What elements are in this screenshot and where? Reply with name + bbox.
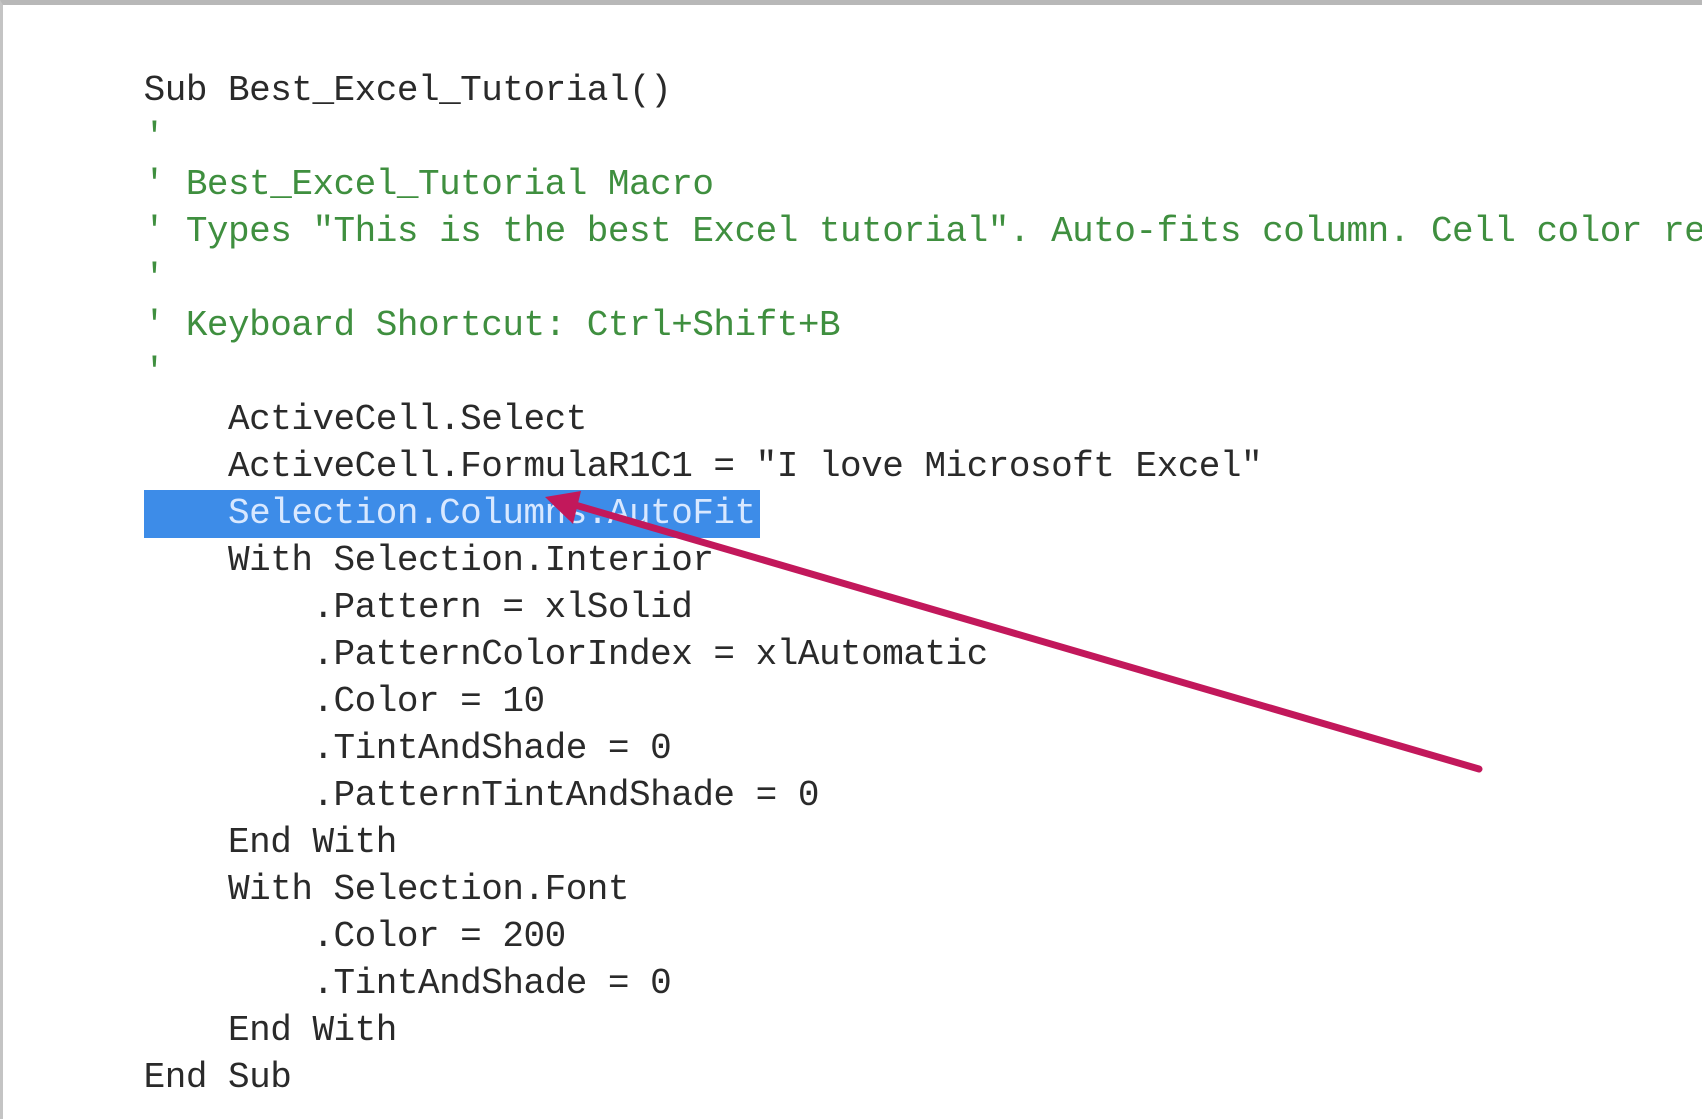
code-line-end-with-interior[interactable]: End With [17, 771, 397, 863]
code-line-font-color[interactable]: .Color = 200 [17, 865, 566, 957]
code-line-text: Sub Best_Excel_Tutorial() [143, 70, 672, 111]
comment-line-text: ' Types "This is the best Excel tutorial… [143, 211, 1702, 252]
code-line-interior-color[interactable]: .Color = 10 [17, 630, 545, 722]
code-line-with-font[interactable]: With Selection.Font [17, 818, 629, 910]
code-window[interactable]: Sub Best_Excel_Tutorial() ' ' Best_Excel… [3, 11, 1702, 1119]
code-line-interior-tint[interactable]: .TintAndShade = 0 [17, 677, 671, 769]
code-line-with-interior[interactable]: With Selection.Interior [17, 489, 714, 581]
comment-line-2[interactable]: ' Best_Excel_Tutorial Macro [17, 113, 714, 205]
code-line-1[interactable]: Sub Best_Excel_Tutorial() [17, 19, 672, 111]
comment-line-1[interactable]: ' [17, 66, 166, 158]
vba-code-editor[interactable]: Sub Best_Excel_Tutorial() ' ' Best_Excel… [0, 0, 1702, 1119]
code-line-pattern-color-index[interactable]: .PatternColorIndex = xlAutomatic [17, 583, 988, 675]
code-line-end-sub[interactable]: End Sub [17, 1006, 292, 1098]
code-line-pattern[interactable]: .Pattern = xlSolid [17, 536, 692, 628]
selected-code-line[interactable]: Selection.Columns.AutoFit [17, 442, 760, 538]
code-line-pattern-tint[interactable]: .PatternTintAndShade = 0 [17, 724, 819, 816]
comment-line-3[interactable]: ' Types "This is the best Excel tutorial… [17, 160, 1702, 252]
comment-line-4[interactable]: ' [17, 207, 166, 299]
code-line-end-with-font[interactable]: End With [17, 959, 397, 1051]
code-line-font-tint[interactable]: .TintAndShade = 0 [17, 912, 671, 1004]
comment-line-5[interactable]: ' Keyboard Shortcut: Ctrl+Shift+B [17, 254, 841, 346]
code-line-text: End Sub [143, 1057, 292, 1098]
code-line-formula[interactable]: ActiveCell.FormulaR1C1 = "I love Microso… [17, 395, 1263, 487]
comment-line-text: ' Keyboard Shortcut: Ctrl+Shift+B [143, 305, 841, 346]
comment-line-6[interactable]: ' [17, 301, 166, 393]
code-line-active-cell-select[interactable]: ActiveCell.Select [17, 348, 587, 440]
